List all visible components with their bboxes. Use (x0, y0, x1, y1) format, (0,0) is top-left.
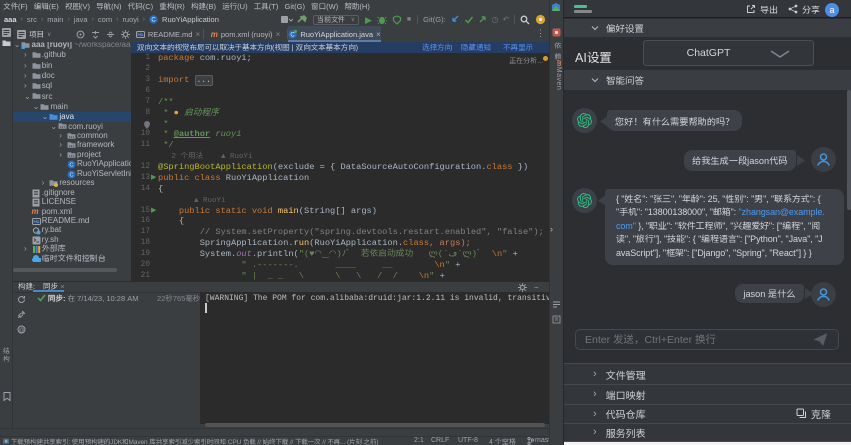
svg-text:C: C (151, 18, 156, 24)
svg-text:C: C (291, 32, 296, 38)
svg-text:@: @ (19, 328, 25, 334)
svg-text:C: C (69, 163, 73, 169)
svg-text:C: C (69, 172, 73, 178)
